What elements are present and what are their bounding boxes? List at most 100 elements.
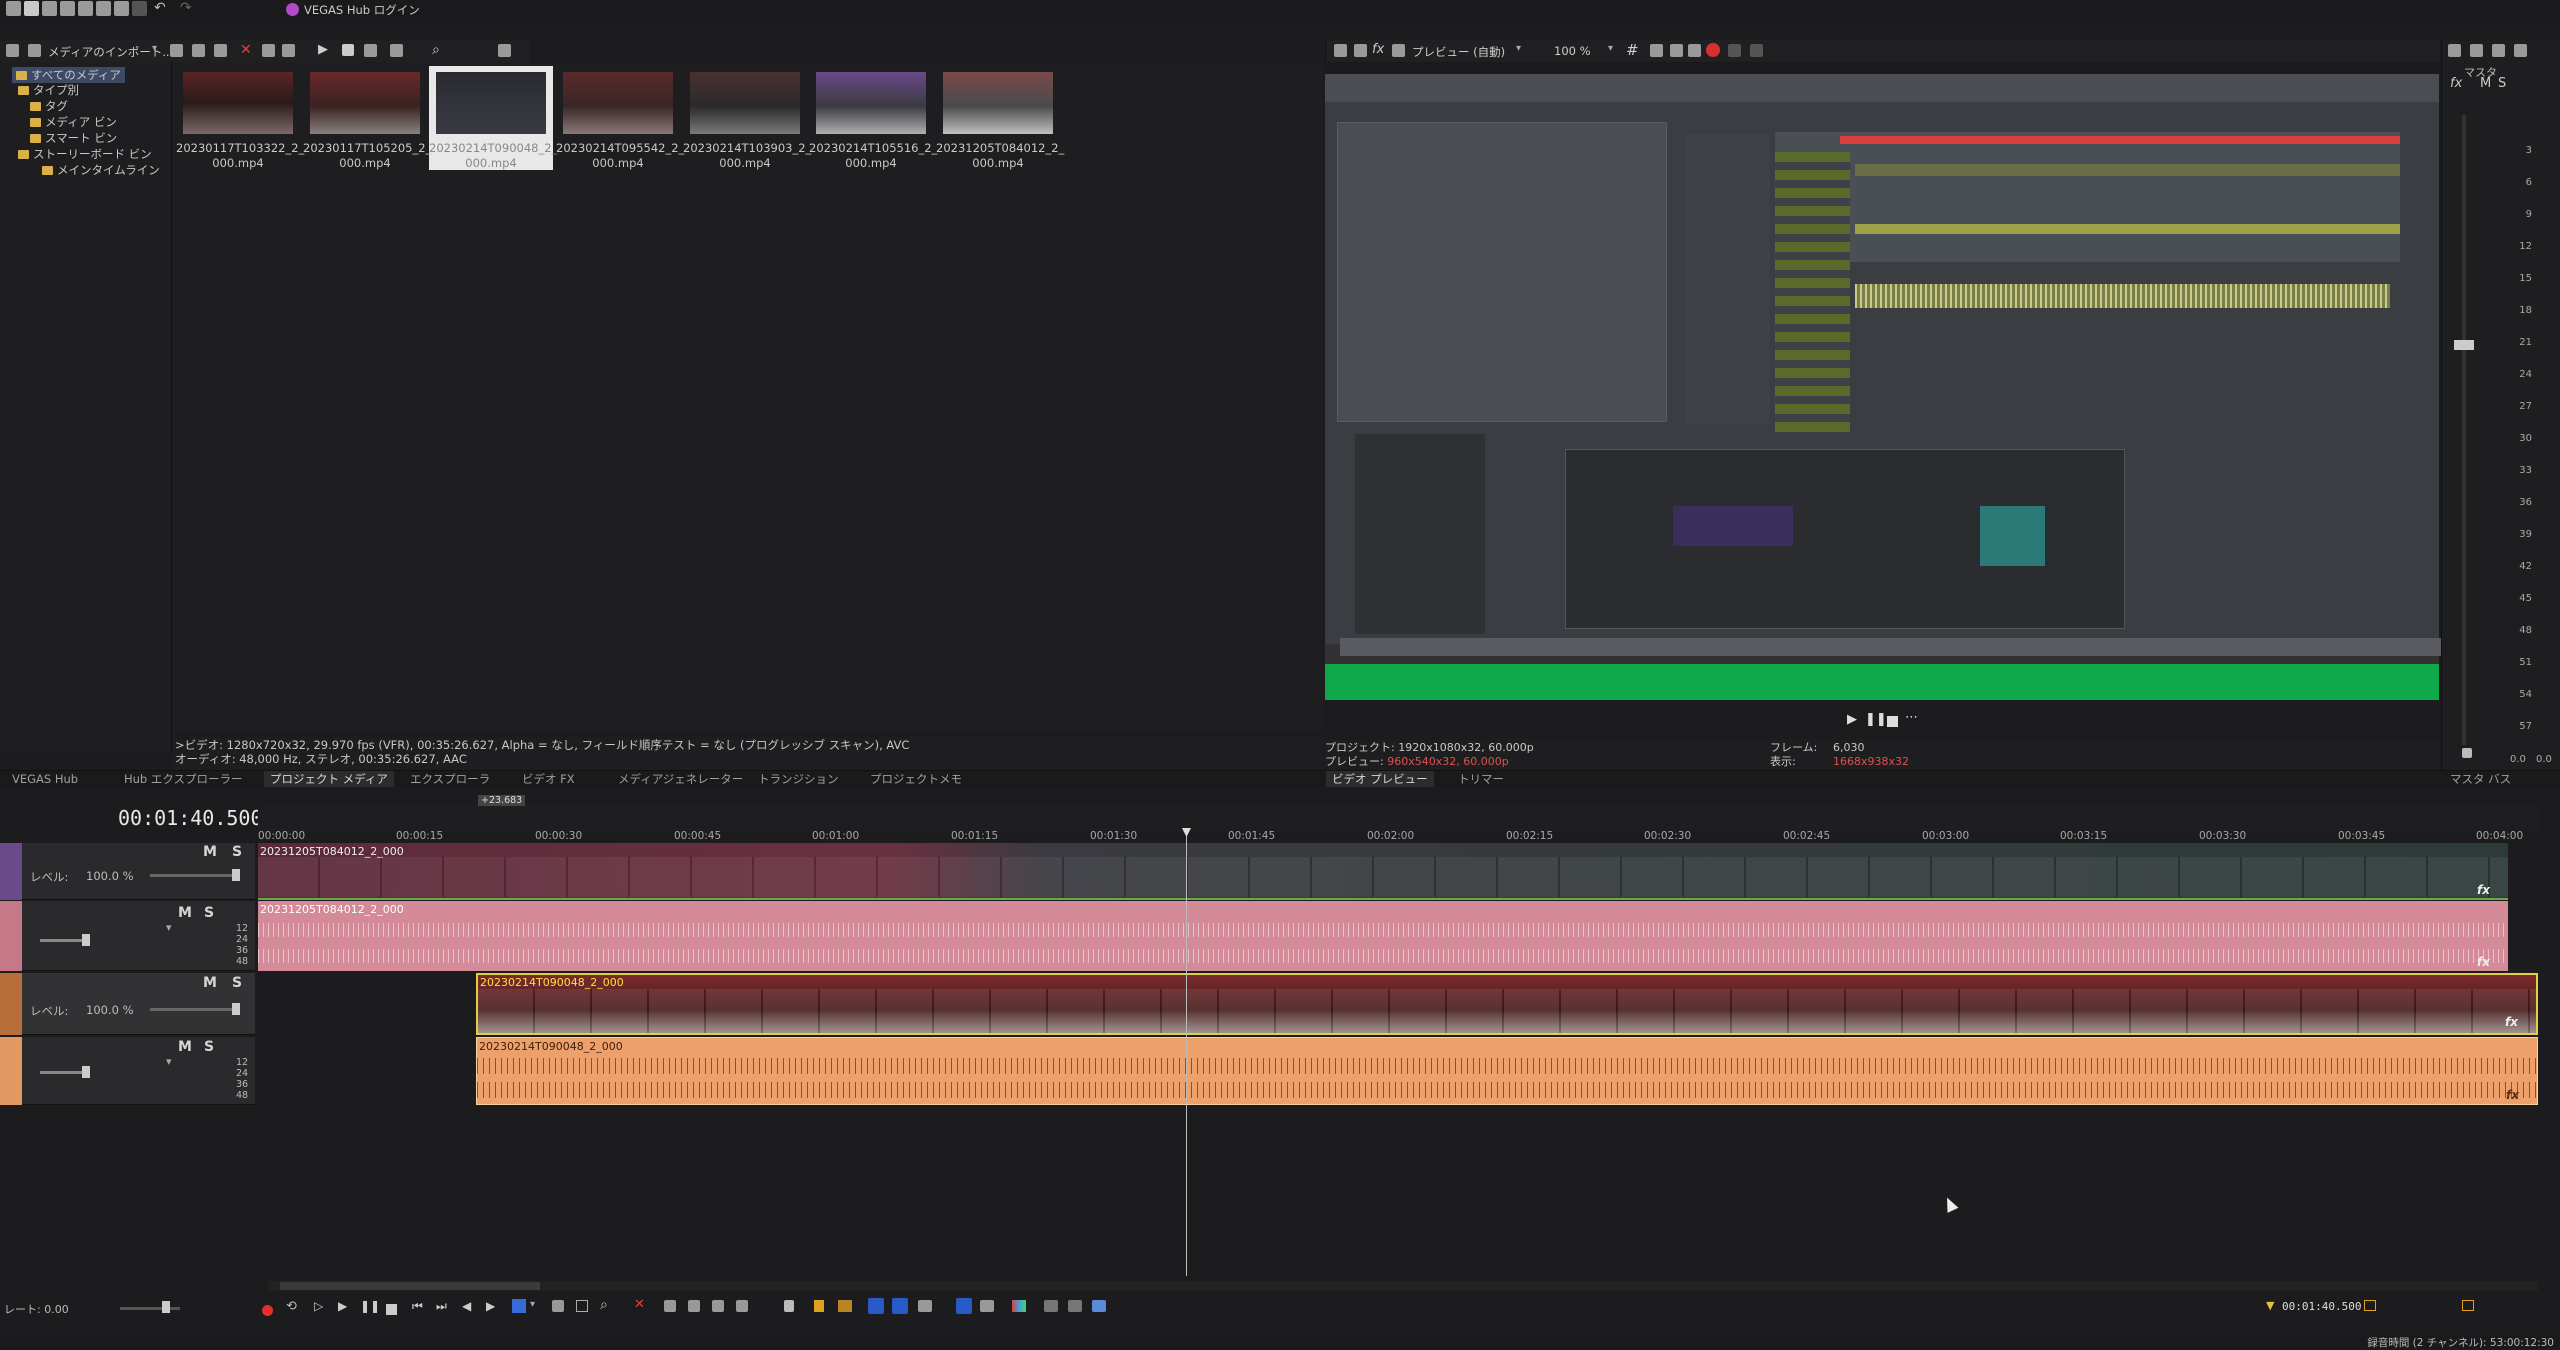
mute-button[interactable]: M [203,844,217,860]
record-icon[interactable] [262,1305,273,1316]
tab-project-notes[interactable]: プロジェクトメモ [864,771,968,787]
trim-start-icon[interactable] [664,1300,676,1312]
track-header-audio-1[interactable]: M S ▾ 12 24 36 48 [0,901,255,971]
tab-hub-explorer[interactable]: Hub エクスプローラー [118,771,249,787]
tree-item-tags[interactable]: タグ [30,98,68,114]
lock-icon[interactable] [2462,748,2472,758]
rate-slider[interactable] [120,1307,180,1310]
split-screen-icon[interactable] [1354,44,1367,57]
track-header-video-1[interactable]: M S レベル: 100.0 % [0,843,255,900]
solo-button[interactable]: S [204,905,214,921]
loop-icon[interactable]: ⟲ [286,1299,297,1314]
stack-icon[interactable] [1068,1300,1082,1312]
solo-button[interactable]: S [204,1039,214,1055]
lock-icon[interactable] [784,1300,794,1312]
overlay-icon[interactable] [1650,44,1663,57]
undo-icon[interactable]: ↶ [154,0,166,16]
group-icon[interactable] [956,1298,972,1314]
open-icon[interactable] [24,1,39,16]
fx-icon[interactable]: fx [1372,42,1384,57]
zoom-dropdown[interactable]: 100 % [1554,44,1591,58]
preview-quality-dropdown[interactable]: プレビュー (自動) [1412,44,1505,60]
tab-vegas-hub[interactable]: VEGAS Hub [6,771,84,787]
properties-icon[interactable] [262,44,275,57]
selection-tool-icon[interactable] [576,1300,588,1312]
envelope-tool-icon[interactable] [552,1300,564,1312]
video-clip[interactable]: 20230214T090048_2_000 fx [476,973,2538,1035]
nest-icon[interactable] [1044,1300,1058,1312]
solo-button[interactable]: S [232,844,242,860]
hub-icon[interactable] [1728,44,1741,57]
settings-icon[interactable] [2448,44,2461,57]
render-icon[interactable] [60,1,75,16]
ripple-mode-icon[interactable] [918,1300,932,1312]
tool-icon[interactable] [96,1,111,16]
master-fx-button[interactable]: fx [2450,76,2462,91]
go-to-end-icon[interactable]: ⏭ [436,1299,447,1314]
clip-icon[interactable] [214,44,227,57]
filter-icon[interactable] [498,44,511,57]
delete-icon[interactable]: ✕ [240,42,252,58]
timeline-scrollbar[interactable] [268,1281,2538,1291]
new-project-icon[interactable] [6,1,21,16]
paste-icon[interactable] [132,1,147,16]
trim-end-icon[interactable] [688,1300,700,1312]
stop-icon[interactable] [386,1304,397,1315]
go-to-start-icon[interactable]: ⏮ [412,1299,423,1314]
copy-icon[interactable] [114,1,129,16]
effects-icon[interactable] [282,44,295,57]
marker-badge[interactable]: +23.683 [478,795,526,806]
selection-length-icon[interactable] [2364,1300,2376,1311]
video-preview[interactable]: ▶ ❚❚ ⋯ [1325,62,2454,727]
search-icon[interactable]: ⌕ [432,42,440,58]
chevron-down-icon[interactable]: ▾ [166,921,172,934]
zoom-tool-icon[interactable]: ⌕ [600,1297,608,1313]
capture-icon[interactable] [170,44,183,57]
tab-video-fx[interactable]: ビデオ FX [516,771,581,787]
split-icon[interactable] [712,1300,724,1312]
chevron-down-icon[interactable]: ▾ [1516,43,1521,54]
marker-icon[interactable] [814,1300,824,1312]
color-icon[interactable] [1012,1300,1026,1312]
edit-tool-icon[interactable] [512,1299,526,1313]
media-item[interactable] [436,72,546,134]
play-from-start-icon[interactable]: ▷ [314,1299,323,1313]
media-item[interactable] [943,72,1053,134]
tree-item-all-media[interactable]: すべてのメディア [12,67,125,83]
audio-clip[interactable]: 20231205T084012_2_000 fx [258,901,2508,971]
preview-play-icon[interactable]: ▶ [1847,712,1857,727]
preview-pause-icon[interactable]: ❚❚ [1865,712,1887,727]
tab-trimmer[interactable]: トリマー [1452,771,1510,787]
tab-media-generators[interactable]: メディアジェネレーター [612,771,749,787]
menu-icon[interactable] [1750,44,1763,57]
volume-slider-handle[interactable] [82,934,90,946]
import-icon[interactable] [28,44,41,57]
volume-slider-handle[interactable] [82,1066,90,1078]
media-item[interactable] [563,72,673,134]
ripple-icon[interactable] [736,1300,748,1312]
fx-icon[interactable]: fx [2477,955,2490,969]
chevron-down-icon[interactable]: ▾ [166,1055,172,1068]
chevron-down-icon[interactable]: ▾ [152,43,157,54]
track-header-audio-2[interactable]: M S ▾ 12 24 36 48 [0,1037,255,1105]
tab-transitions[interactable]: トランジション [752,771,845,787]
chevron-down-icon[interactable]: ▾ [1608,43,1613,54]
media-item[interactable] [310,72,420,134]
auto-preview-icon[interactable] [364,44,377,57]
media-item[interactable] [183,72,293,134]
tree-item-by-type[interactable]: タイプ別 [18,82,79,98]
app-title[interactable]: VEGAS Hub ログイン [304,2,420,18]
preview-stop-icon[interactable] [1887,716,1898,727]
solo-button[interactable]: S [232,975,242,991]
tree-item-smart-bins[interactable]: スマート ビン [30,130,117,146]
settings-icon[interactable] [1334,44,1347,57]
track-header-video-2[interactable]: M S レベル: 100.0 % [0,973,255,1035]
audio-clip[interactable]: 20230214T090048_2_000 fx [476,1037,2538,1105]
next-frame-icon[interactable]: ▶ [486,1299,495,1313]
external-monitor-icon[interactable] [1392,44,1405,57]
level-slider[interactable] [150,1008,236,1011]
save-snapshot-icon[interactable] [1688,44,1701,57]
grid-icon[interactable]: # [1626,41,1639,59]
event-fx-icon[interactable] [980,1300,994,1312]
media-item[interactable] [690,72,800,134]
